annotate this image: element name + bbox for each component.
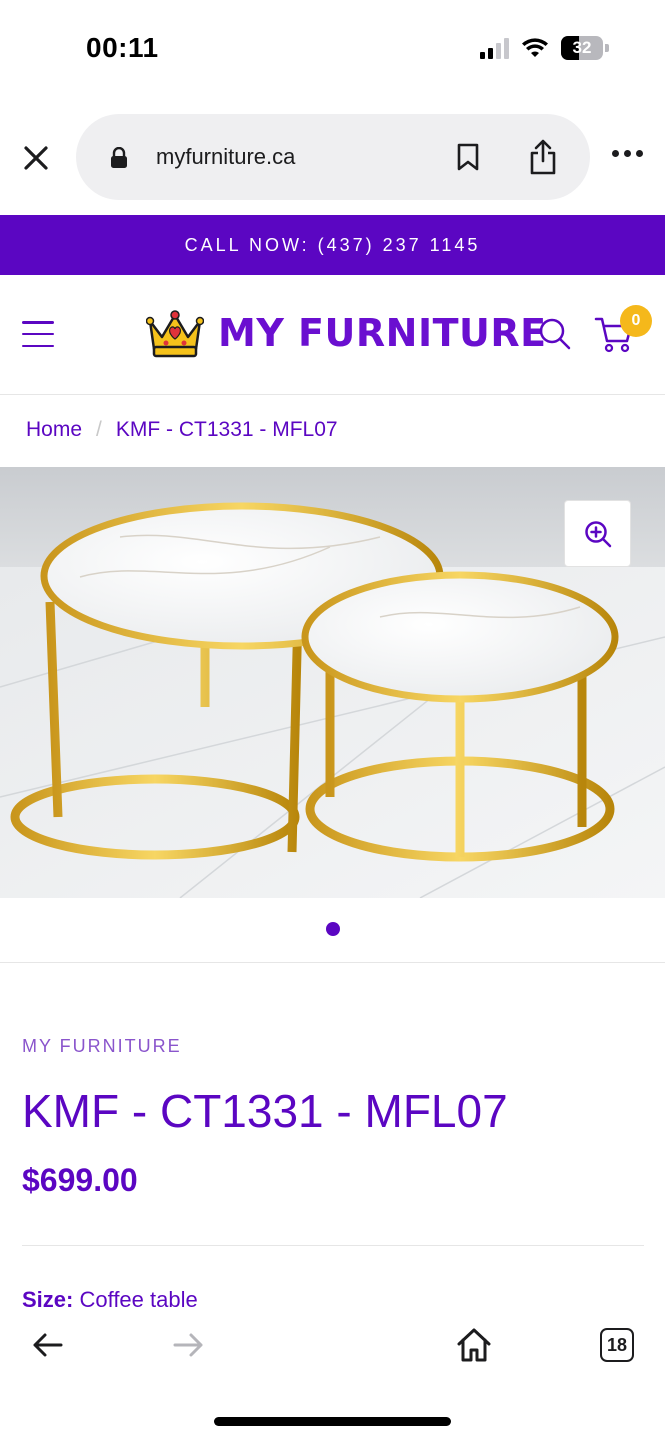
logo[interactable]: MY FURNITURE: [146, 307, 547, 359]
crown-icon: [146, 310, 204, 358]
zoom-in-icon: [584, 520, 611, 547]
home-button[interactable]: [455, 1326, 493, 1369]
wifi-icon: [522, 38, 548, 57]
battery-level: 32: [572, 38, 592, 57]
address-bar[interactable]: myfurniture.ca: [76, 114, 590, 200]
lock-icon: [111, 147, 127, 168]
promo-bar[interactable]: CALL NOW: (437) 237 1145: [0, 215, 665, 275]
back-button[interactable]: [30, 1328, 64, 1367]
pagination-dot-active[interactable]: [325, 922, 340, 936]
site-header: MY FURNITURE: [0, 275, 665, 395]
status-bar: 00:11 32: [0, 0, 665, 100]
cart-count-badge: 0: [620, 305, 652, 337]
product-vendor[interactable]: MY FURNITURE: [22, 1036, 182, 1057]
home-indicator: [214, 1417, 451, 1426]
bookmark-button[interactable]: [456, 142, 480, 177]
zoom-button[interactable]: [564, 500, 631, 567]
back-icon: [33, 1333, 63, 1357]
battery-icon: 32: [561, 36, 603, 60]
share-button[interactable]: [528, 138, 558, 181]
tabs-count: 18: [606, 1334, 628, 1355]
signal-icon: [480, 37, 509, 59]
product-title: KMF - CT1331 - MFL07: [22, 1085, 508, 1137]
more-icon: [612, 150, 619, 157]
bookmark-icon: [457, 143, 479, 171]
home-icon: [457, 1328, 491, 1362]
image-pagination: [0, 922, 665, 936]
breadcrumb-separator: /: [96, 418, 102, 441]
close-button[interactable]: [18, 140, 54, 176]
more-button[interactable]: [612, 150, 643, 157]
forward-button[interactable]: [172, 1328, 206, 1367]
promo-text: CALL NOW: (437) 237 1145: [184, 234, 481, 255]
menu-icon[interactable]: [22, 321, 54, 347]
divider: [0, 962, 665, 963]
search-icon: [539, 318, 571, 350]
breadcrumb: Home / KMF - CT1331 - MFL07: [26, 418, 338, 442]
forward-icon: [173, 1333, 203, 1357]
browser-bar: myfurniture.ca: [0, 112, 665, 202]
status-icons: 32: [480, 36, 609, 60]
search-button[interactable]: [538, 317, 572, 356]
url-text: myfurniture.ca: [156, 144, 296, 169]
close-icon: [24, 146, 48, 170]
logo-text: MY FURNITURE: [218, 311, 547, 355]
product-price: $699.00: [22, 1162, 138, 1198]
status-time: 00:11: [86, 32, 159, 63]
tabs-button[interactable]: 18: [600, 1328, 634, 1362]
breadcrumb-current: KMF - CT1331 - MFL07: [115, 418, 338, 441]
breadcrumb-home-link[interactable]: Home: [26, 418, 82, 442]
share-icon: [530, 139, 556, 175]
divider: [22, 1245, 644, 1246]
